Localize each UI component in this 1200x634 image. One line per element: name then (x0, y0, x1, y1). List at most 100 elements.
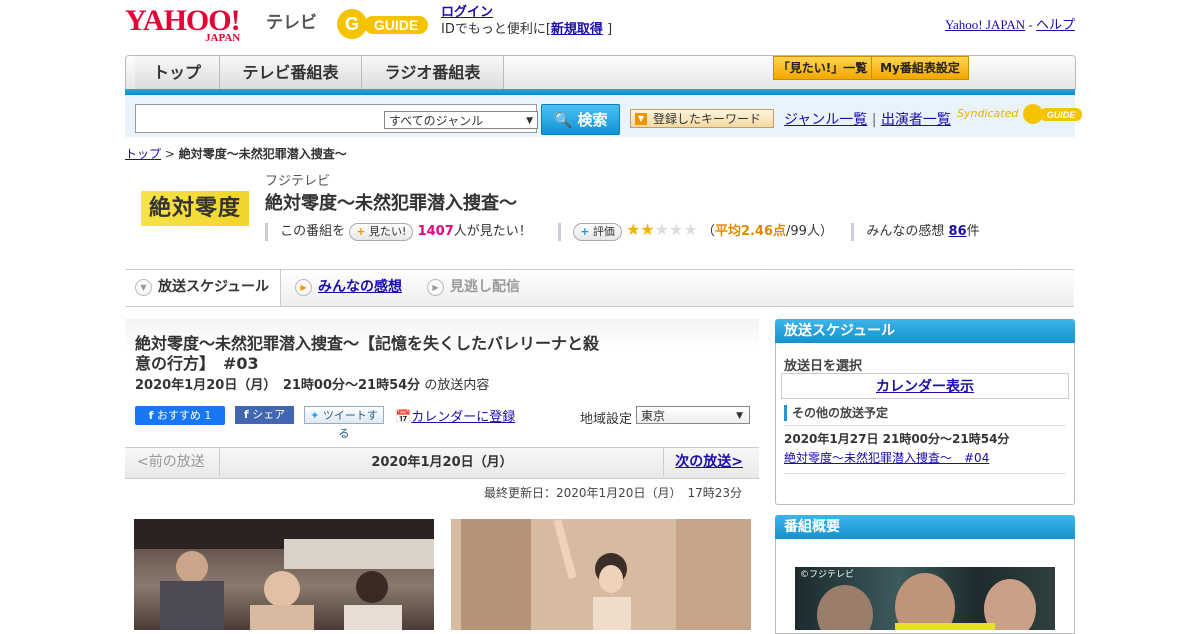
star-rating: ★★★★★ (626, 220, 698, 239)
other-schedule-label: その他の放送予定 (784, 405, 888, 421)
calendar-plus-icon: 📅 (395, 410, 412, 425)
top-right-sep: - (1028, 17, 1033, 32)
facebook-share-button[interactable]: f シェア (235, 406, 294, 424)
tab-impressions[interactable]: ▶ みんなの感想 (295, 270, 402, 306)
search-icon: 🔍 (553, 111, 573, 129)
help-link[interactable]: ヘルプ (1036, 17, 1075, 32)
channel-name: フジテレビ (265, 174, 331, 189)
next-episode-link[interactable]: 次の放送> (675, 448, 743, 477)
tab-streaming[interactable]: ▶ 見逃し配信 (427, 270, 520, 306)
genre-select[interactable]: すべてのジャンル ▼ (384, 111, 538, 129)
sidebar-schedule-head: 放送スケジュール (775, 319, 1075, 343)
plus-icon: + (356, 224, 366, 238)
episode-time-suffix: の放送内容 (424, 378, 490, 393)
other-broadcast-date: 2020年1月27日 21時00分～21時54分 (784, 432, 1010, 446)
breadcrumb-top[interactable]: トップ (125, 147, 161, 161)
impressions-unit: 件 (966, 224, 980, 239)
other-broadcast-link[interactable]: 絶対零度～未然犯罪潜入捜査～ #04 (784, 449, 989, 466)
region-select[interactable]: 東京 ▼ (636, 406, 750, 424)
avg-suffix: /99人） (786, 224, 833, 239)
nav-tab-tv-schedule[interactable]: テレビ番組表 (220, 56, 362, 89)
divider (784, 473, 1066, 474)
episode-time: 2020年1月20日（月） 21時00分～21時54分 (135, 378, 421, 393)
star-filled-icon: ★ (626, 220, 641, 239)
rate-button[interactable]: + 評価 (573, 222, 622, 241)
yahoo-japan-link[interactable]: Yahoo! JAPAN (945, 17, 1025, 32)
plus-icon: + (580, 224, 590, 238)
want-suffix: 人が見たい！ (453, 224, 532, 239)
divider-bar (851, 222, 855, 241)
poster-credit: ©フジテレビ (800, 570, 855, 580)
want-count: 1407 (417, 224, 454, 239)
nav-tab-radio-schedule[interactable]: ラジオ番組表 (362, 56, 504, 89)
register-link[interactable]: 新規取得 (551, 22, 603, 37)
star-empty-icon: ★ (654, 220, 670, 239)
nav-tab-top[interactable]: トップ (135, 56, 220, 89)
play-icon: ▶ (427, 278, 444, 296)
calendar-register-link[interactable]: カレンダーに登録 (411, 410, 515, 425)
top-right-links: Yahoo! JAPAN - ヘルプ (945, 14, 1075, 33)
my-schedule-button[interactable]: My番組表設定 (871, 56, 969, 80)
tweet-button[interactable]: ✦ ツイートする (304, 406, 384, 440)
avg-label: 平均2.46点 (714, 224, 787, 239)
search-links: ジャンル一覧 | 出演者一覧 (784, 109, 951, 129)
facebook-icon: f (243, 408, 249, 421)
calendar-show-link[interactable]: カレンダー表示 (876, 379, 974, 395)
calendar-show-button[interactable]: カレンダー表示 (781, 373, 1069, 399)
impressions-label: みんなの感想 (866, 224, 945, 239)
calendar-register[interactable]: 📅カレンダーに登録 (395, 406, 515, 425)
keyword-button[interactable]: ▼ 登録したキーワード (630, 109, 774, 128)
dropdown-arrow-icon: ▼ (736, 411, 743, 421)
divider-bar (558, 222, 562, 241)
avg-prefix: （ (701, 224, 715, 239)
tab-schedule[interactable]: ▼ 放送スケジュール (125, 270, 281, 306)
rate-button-label: 評価 (592, 224, 615, 238)
play-icon: ▶ (295, 278, 312, 296)
program-logo-text: 絶対零度 (148, 195, 241, 221)
yahoo-japan-logo[interactable]: YAHOO! JAPAN (125, 4, 262, 45)
breadcrumb-current: 絶対零度～未然犯罪潜入捜査～ (178, 147, 347, 161)
twitter-bird-icon: ✦ (310, 409, 320, 422)
rating-row: この番組を + 見たい! 1407人が見たい！ + 評価 ★★★★★ （平均2.… (265, 220, 980, 241)
login-box: ログイン IDでもっと便利に[新規取得 ] (441, 4, 612, 38)
search-button[interactable]: 🔍 検索 (541, 104, 620, 135)
facebook-share-label: シェア (252, 408, 286, 421)
syndicated-gguide-badge: Syndicated GUIDE (957, 103, 1084, 125)
svg-text:G: G (345, 14, 359, 34)
episode-time-row: 2020年1月20日（月） 21時00分～21時54分 の放送内容 (135, 377, 489, 395)
star-filled-icon: ★ (640, 220, 655, 239)
want-button[interactable]: + 見たい! (349, 222, 414, 241)
svg-text:GUIDE: GUIDE (1047, 110, 1077, 120)
episode-photo-2[interactable] (451, 519, 751, 630)
breadcrumb: トップ > 絶対零度～未然犯罪潜入捜査～ (125, 145, 347, 162)
yahoo-logo-text: YAHOO! (125, 4, 241, 37)
yahoo-japan-subtext: JAPAN (205, 32, 241, 44)
login-link[interactable]: ログイン (441, 5, 493, 20)
performer-list-link[interactable]: 出演者一覧 (881, 112, 951, 128)
keyword-button-label: 登録したキーワード (653, 112, 762, 126)
choose-date-label: 放送日を選択 (784, 359, 863, 374)
gguide-logo[interactable]: G GUIDE (334, 6, 432, 42)
facebook-recommend-label: おすすめ 1 (156, 409, 212, 422)
episode-photo-1[interactable] (134, 519, 434, 630)
svg-text:GUIDE: GUIDE (374, 17, 418, 33)
impressions-count-link[interactable]: 86 (949, 224, 967, 239)
triangle-down-icon: ▼ (635, 113, 647, 125)
last-updated: 最終更新日：2020年1月20日（月） 17時23分 (484, 486, 742, 500)
want-list-button[interactable]: 「見たい!」一覧 (773, 56, 872, 80)
breadcrumb-sep: > (164, 147, 175, 161)
want-button-label: 見たい! (369, 224, 407, 238)
facebook-recommend-button[interactable]: f おすすめ 1 (135, 406, 225, 425)
divider (784, 425, 1066, 426)
dropdown-arrow-icon: ▼ (526, 116, 533, 126)
program-logo: 絶対零度 (141, 191, 249, 226)
genre-list-link[interactable]: ジャンル一覧 (784, 112, 867, 128)
tab-streaming-label: 見逃し配信 (450, 279, 520, 295)
syndicated-label: Syndicated (957, 107, 1019, 120)
episode-title: 絶対零度～未然犯罪潜入捜査～【記憶を失くしたバレリーナと殺意の行方】 #03 (135, 334, 600, 373)
region-label: 地域設定 (580, 412, 633, 427)
star-empty-icon: ★ (683, 220, 698, 239)
genre-select-value: すべてのジャンル (389, 114, 484, 128)
login-sub-suffix: ] (607, 22, 613, 37)
facebook-icon: f (148, 409, 154, 422)
